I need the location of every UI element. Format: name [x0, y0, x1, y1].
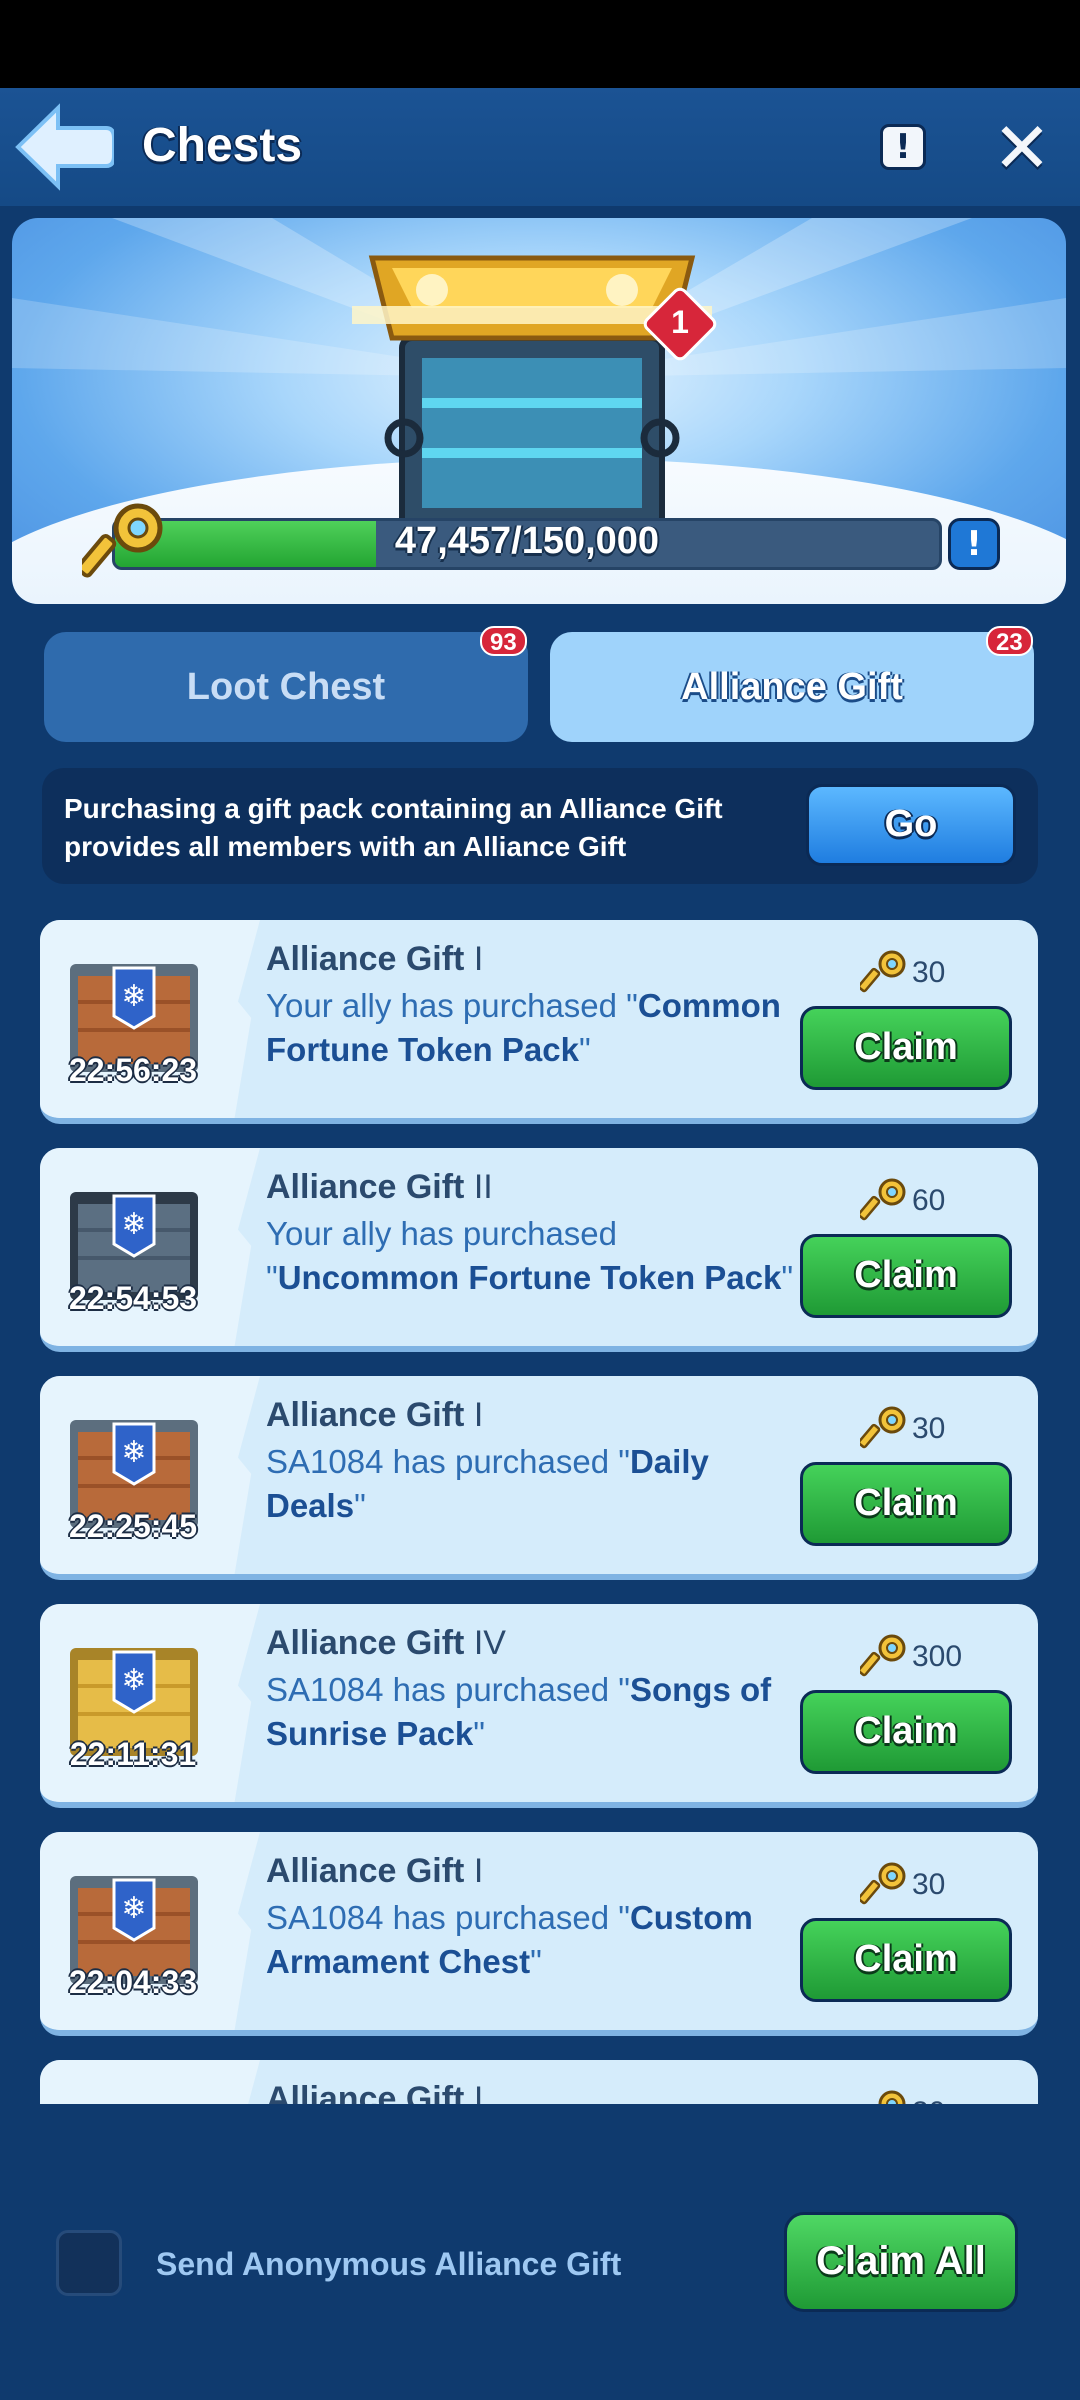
gift-title: Alliance Gift I — [266, 940, 483, 979]
gift-item-name: Uncommon Fortune Token Pack — [277, 1259, 782, 1296]
gift-description: SA1084 has purchased "Songs of Sunrise P… — [266, 1668, 806, 1756]
close-icon[interactable]: ✕ — [990, 113, 1054, 183]
info-icon[interactable]: ! — [880, 124, 926, 170]
back-arrow-icon — [15, 103, 116, 191]
key-icon — [860, 1862, 906, 1905]
gift-title-text: Alliance Gift — [266, 1624, 465, 1662]
key-icon — [860, 950, 906, 993]
tab-alliance-gift[interactable]: Alliance Gift — [550, 632, 1034, 742]
key-icon — [82, 503, 163, 578]
gift-title: Alliance Gift IV — [266, 1624, 506, 1663]
gift-description: Your ally has purchased "Common Fortune … — [266, 984, 806, 1072]
gift-key-count: 30 — [912, 1868, 946, 1901]
gift-timer: 22:56:23 — [68, 1052, 198, 1088]
claim-all-button[interactable]: Claim All — [784, 2212, 1018, 2312]
chest-progress-panel: 1 47,457/150,000 ! — [12, 218, 1066, 604]
gift-description-suffix: " — [578, 1031, 591, 1068]
gift-key-count: 300 — [912, 1640, 963, 1673]
gift-key-count: 30 — [912, 2096, 945, 2104]
claim-button[interactable]: Claim — [800, 1462, 1012, 1546]
key-icon — [860, 1406, 906, 1449]
gift-title-text: Alliance Gift — [266, 1852, 465, 1890]
gift-timer: 22:11:31 — [69, 1736, 197, 1772]
gift-list[interactable]: ❄ 22:56:23 Alliance Gift I Your ally has pu… — [0, 916, 1080, 2104]
svg-text:❄: ❄ — [121, 1436, 146, 1469]
gift-description-suffix: " — [530, 1943, 542, 1980]
key-icon — [860, 1634, 906, 1677]
gift-description-prefix: Your ally has purchased " — [266, 987, 638, 1024]
gift-description: SA1084 has purchased "Custom Armament Ch… — [266, 1896, 806, 1984]
tab-loot-chest[interactable]: Loot Chest — [44, 632, 528, 742]
svg-text:❄: ❄ — [121, 1664, 146, 1697]
gift-crate-icon: ❄ — [64, 2096, 204, 2104]
gift-tier: IV — [473, 1624, 506, 1662]
gift-tier: I — [473, 1852, 484, 1890]
gift-timer: 22:04:33 — [68, 1964, 198, 2000]
key-icon — [878, 2090, 906, 2104]
anonymous-gift-label: Send Anonymous Alliance Gift — [156, 2246, 622, 2282]
back-button[interactable] — [14, 102, 116, 192]
gift-key-count: 30 — [912, 1412, 946, 1445]
anonymous-gift-checkbox[interactable] — [56, 2230, 122, 2296]
svg-text:❄: ❄ — [121, 1208, 146, 1241]
page-title: Chests — [142, 119, 303, 172]
gift-description-suffix: " — [473, 1715, 485, 1752]
gift-card: ❄Alliance Gift ISA1084 has purchased "Ex… — [40, 2060, 1038, 2104]
progress-text: 47,457/150,000 — [394, 520, 660, 562]
key-icon — [860, 1178, 906, 1221]
svg-text:❄: ❄ — [121, 980, 146, 1013]
gift-card: ❄ 22:54:53 Alliance Gift II Your ally has p… — [40, 1148, 1038, 1352]
gift-timer: 22:54:53 — [68, 1280, 198, 1316]
gift-title: Alliance Gift I — [266, 1396, 483, 1435]
gift-description-suffix: " — [354, 1487, 366, 1524]
gift-card: ❄ 22:56:23 Alliance Gift I Your ally has pu… — [40, 920, 1038, 1124]
gift-key-count: 30 — [912, 956, 946, 989]
gift-timer: 22:25:45 — [68, 1508, 198, 1544]
gift-title-text: Alliance Gift — [266, 1396, 465, 1434]
gift-description: Your ally has purchased "Uncommon Fortun… — [266, 1212, 806, 1300]
progress-info-icon[interactable]: ! — [948, 518, 1000, 570]
gift-title: Alliance Gift I — [266, 2080, 483, 2104]
gift-tier: I — [473, 1396, 484, 1434]
claim-button[interactable]: Claim — [800, 1690, 1012, 1774]
gift-title-text: Alliance Gift — [266, 940, 465, 978]
gift-title-text: Alliance Gift — [266, 2080, 465, 2104]
loot-chest-count-badge: 93 — [480, 626, 527, 656]
alliance-chest-icon[interactable] — [352, 238, 712, 558]
gift-pack-notice: Purchasing a gift pack containing an All… — [42, 768, 1038, 884]
gift-card: ❄ 22:04:33 Alliance Gift I SA1084 has purch… — [40, 1832, 1038, 2036]
footer-bar: Send Anonymous Alliance Gift Claim All — [0, 2104, 1080, 2400]
gift-description-suffix: " — [781, 1259, 794, 1296]
top-bar: Chests ! ✕ — [0, 88, 1080, 206]
gift-description-prefix: SA1084 has purchased " — [266, 1671, 630, 1708]
gift-title: Alliance Gift II — [266, 1168, 493, 1207]
gift-card: ❄ 22:11:31 Alliance Gift IV SA1084 has purc… — [40, 1604, 1038, 1808]
go-button[interactable]: Go — [806, 784, 1016, 866]
notice-text: Purchasing a gift pack containing an All… — [64, 793, 723, 862]
gift-description: SA1084 has purchased "Daily Deals" — [266, 1440, 806, 1528]
svg-text:❄: ❄ — [121, 1892, 146, 1925]
gift-title-text: Alliance Gift — [266, 1168, 465, 1206]
status-bar — [0, 0, 1080, 88]
gift-card: ❄ 22:25:45 Alliance Gift I SA1084 has purch… — [40, 1376, 1038, 1580]
gift-description-prefix: SA1084 has purchased " — [266, 1899, 630, 1936]
gift-tier: I — [473, 2080, 484, 2104]
claim-button[interactable]: Claim — [800, 1918, 1012, 2002]
gift-tier: I — [473, 940, 484, 978]
claim-button[interactable]: Claim — [800, 1006, 1012, 1090]
claim-button[interactable]: Claim — [800, 1234, 1012, 1318]
gift-description-prefix: SA1084 has purchased " — [266, 1443, 630, 1480]
notification-count: 1 — [671, 304, 689, 340]
gift-key-count: 60 — [912, 1184, 946, 1217]
gift-title: Alliance Gift I — [266, 1852, 483, 1891]
alliance-gift-count-badge: 23 — [986, 626, 1033, 656]
gift-tier: II — [473, 1168, 493, 1206]
